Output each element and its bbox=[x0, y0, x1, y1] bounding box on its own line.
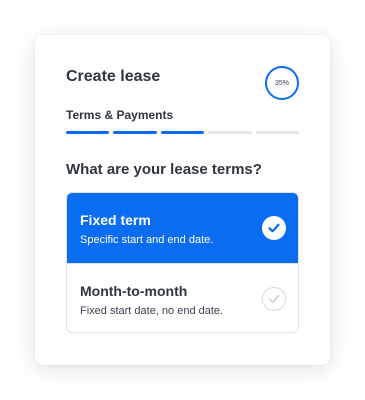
step-segment-4 bbox=[208, 131, 252, 134]
create-lease-card: Create lease 35% Terms & Payments What a… bbox=[35, 35, 330, 365]
step-segment-2 bbox=[113, 131, 157, 134]
option-description: Fixed start date, no end date. bbox=[80, 305, 224, 317]
lease-term-options: Fixed term Specific start and end date. … bbox=[66, 192, 299, 333]
option-title: Month-to-month bbox=[80, 283, 188, 299]
check-circle-outline-icon[interactable] bbox=[262, 287, 286, 311]
progress-indicator: 35% bbox=[265, 66, 299, 100]
option-month-to-month[interactable]: Month-to-month Fixed start date, no end … bbox=[67, 263, 298, 332]
question-heading: What are your lease terms? bbox=[66, 161, 262, 178]
option-title: Fixed term bbox=[80, 212, 151, 228]
option-description: Specific start and end date. bbox=[80, 234, 214, 246]
check-circle-icon[interactable] bbox=[262, 216, 286, 240]
section-subtitle: Terms & Payments bbox=[66, 108, 174, 122]
page-title: Create lease bbox=[66, 68, 161, 85]
option-fixed-term[interactable]: Fixed term Specific start and end date. bbox=[67, 193, 298, 263]
card-header: Create lease 35% bbox=[66, 66, 299, 100]
progress-percent: 35% bbox=[274, 79, 289, 87]
step-progress-bar bbox=[66, 131, 300, 134]
step-segment-1 bbox=[66, 131, 110, 134]
step-segment-3 bbox=[160, 131, 205, 134]
step-segment-5 bbox=[255, 131, 300, 134]
